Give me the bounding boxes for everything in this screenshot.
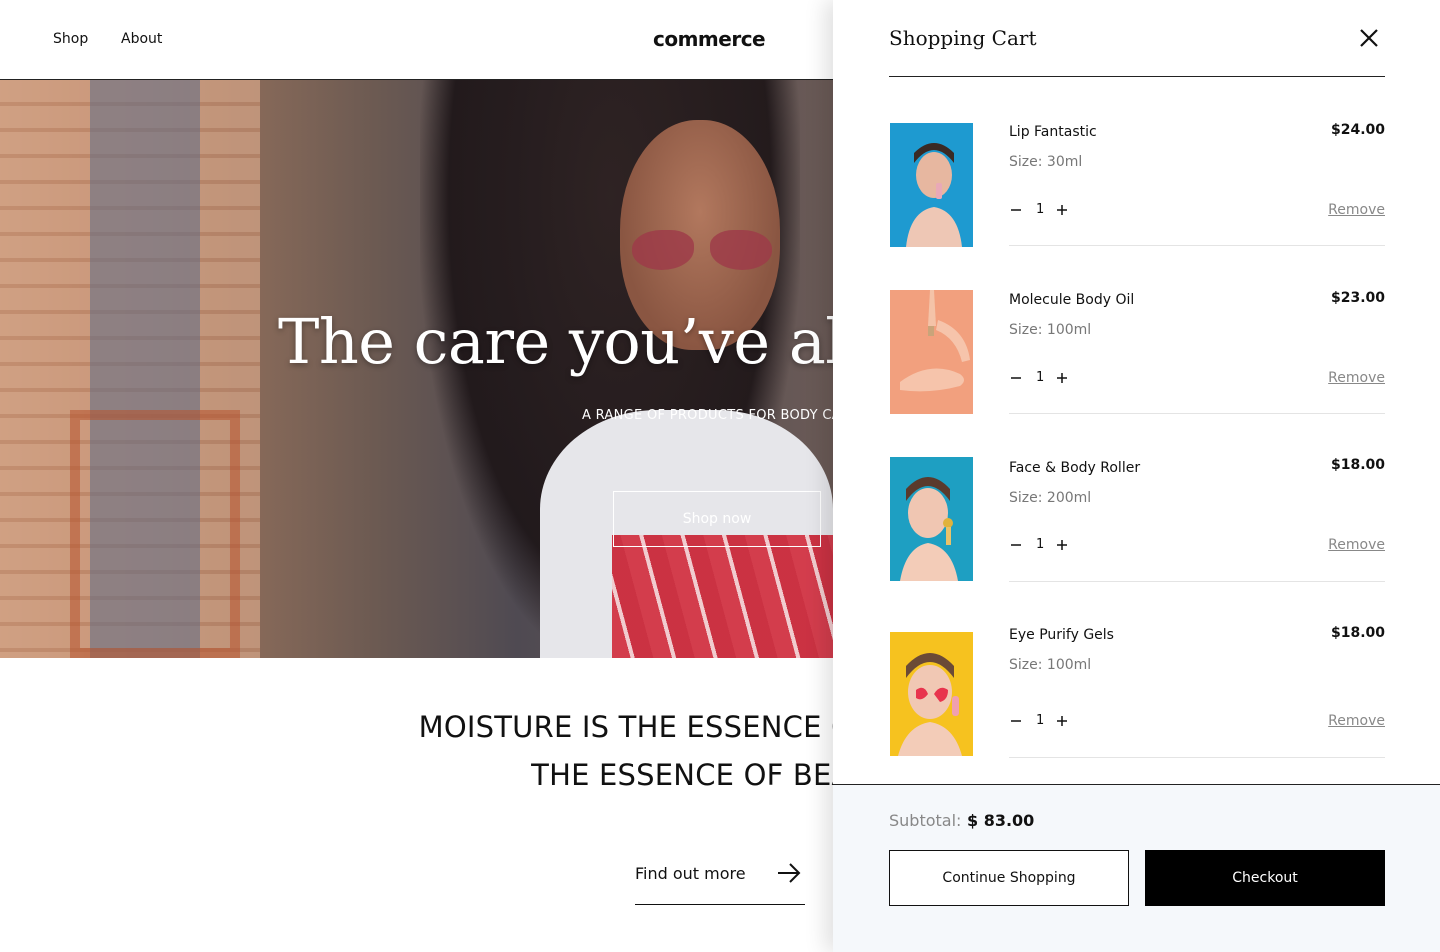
item-divider [1009,581,1385,582]
quantity-value: 1 [1036,370,1045,385]
hero-image-shirt-print [612,535,833,658]
hero-image-sunglasses-right [710,230,772,270]
cart-title: Shopping Cart [889,26,1037,50]
subtotal-label: Subtotal: [889,811,962,830]
plus-icon[interactable] [1055,371,1069,385]
subtotal-value: $ 83.00 [967,811,1035,830]
minus-icon[interactable] [1009,538,1023,552]
cart-header-divider [889,76,1385,77]
nav-link-shop[interactable]: Shop [53,31,88,47]
cart-item-price: $18.00 [1330,625,1385,641]
product-thumbnail[interactable] [890,632,973,756]
minus-icon[interactable] [1009,714,1023,728]
product-thumbnail[interactable] [890,457,973,581]
remove-item-link[interactable]: Remove [1328,713,1385,729]
product-thumbnail[interactable] [890,290,973,414]
cart-item-size: Size: 200ml [1009,490,1092,506]
shop-now-button[interactable]: Shop now [613,491,821,547]
cart-item-size: Size: 100ml [1009,322,1092,338]
quantity-value: 1 [1036,202,1045,217]
hero-subtitle: A RANGE OF PRODUCTS FOR BODY CARE [582,408,859,423]
cart-item: Eye Purify Gels Size: 100ml $18.00 1 Rem… [889,616,1385,784]
cart-item-price: $18.00 [1330,457,1385,473]
cart-item-name[interactable]: Molecule Body Oil [1009,292,1134,308]
plus-icon[interactable] [1055,714,1069,728]
item-divider [1009,757,1385,758]
minus-icon[interactable] [1009,203,1023,217]
find-out-more-link[interactable]: Find out more [635,858,805,905]
cart-item-size: Size: 30ml [1009,154,1083,170]
cart-item-price: $24.00 [1330,122,1385,138]
product-thumbnail[interactable] [890,123,973,247]
cart-item: Face & Body Roller Size: 200ml $18.00 1 … [889,448,1385,616]
hero-image-window-frame [70,410,240,658]
arrow-right-icon [778,863,801,883]
site-logo[interactable]: commerce [653,27,766,51]
nav-link-about[interactable]: About [121,31,162,47]
cart-item-name[interactable]: Face & Body Roller [1009,460,1140,476]
cart-item: Molecule Body Oil Size: 100ml $23.00 1 R… [889,281,1385,449]
continue-shopping-button[interactable]: Continue Shopping [889,850,1129,906]
minus-icon[interactable] [1009,371,1023,385]
close-icon[interactable] [1357,26,1381,50]
cart-item: Lip Fantastic Size: 30ml $24.00 1 Remove [889,113,1385,281]
cart-item-size: Size: 100ml [1009,657,1092,673]
cart-item-price: $23.00 [1330,290,1385,306]
plus-icon[interactable] [1055,538,1069,552]
item-divider [1009,245,1385,246]
plus-icon[interactable] [1055,203,1069,217]
quantity-value: 1 [1036,713,1045,728]
remove-item-link[interactable]: Remove [1328,202,1385,218]
item-divider [1009,413,1385,414]
quantity-value: 1 [1036,537,1045,552]
cart-footer: Subtotal: $ 83.00 Continue Shopping Chec… [833,784,1440,952]
checkout-button[interactable]: Checkout [1145,850,1385,906]
remove-item-link[interactable]: Remove [1328,370,1385,386]
cart-item-name[interactable]: Eye Purify Gels [1009,627,1114,643]
remove-item-link[interactable]: Remove [1328,537,1385,553]
cart-item-name[interactable]: Lip Fantastic [1009,124,1097,140]
find-out-more-label: Find out more [635,864,746,883]
shopping-cart-drawer: Shopping Cart Lip Fantastic Size: 30ml $… [833,0,1440,952]
